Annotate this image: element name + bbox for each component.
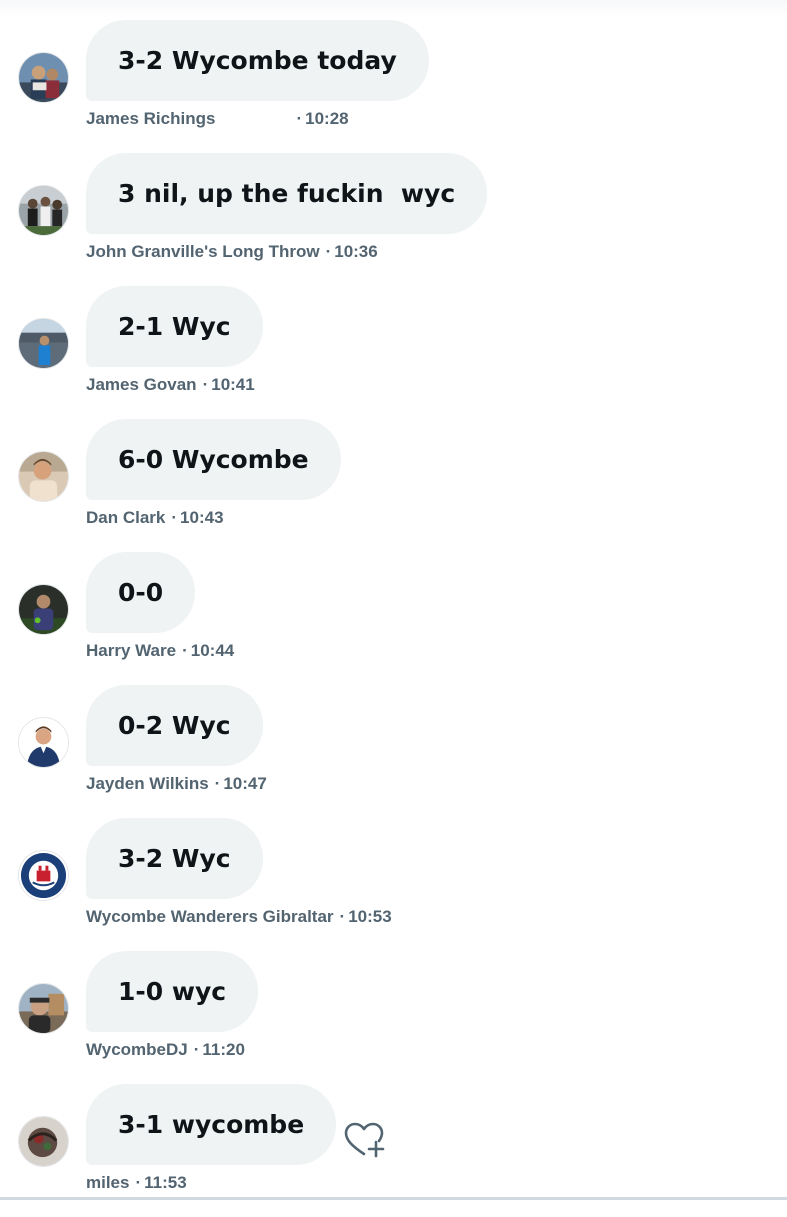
message-text: 6-0 Wycombe <box>118 445 309 474</box>
author-name[interactable]: John Granville's Long Throw <box>86 242 320 262</box>
message-bubble[interactable]: 0-0 <box>86 552 196 633</box>
message-text: 3-1 wycombe <box>118 1110 305 1139</box>
message-time: 10:53 <box>348 907 392 926</box>
message-bubble[interactable]: 3-2 Wyc <box>86 818 263 899</box>
author-name[interactable]: Dan Clark <box>86 508 165 528</box>
message-meta: Wycombe Wanderers Gibraltar · 10:53 <box>86 906 392 928</box>
avatar[interactable] <box>18 52 69 103</box>
avatar[interactable] <box>18 185 69 236</box>
meta-separator: · <box>325 242 332 261</box>
message-item: 2-1 Wyc James Govan · 10:41 <box>0 286 787 419</box>
message-text: 2-1 Wyc <box>118 312 231 341</box>
heart-plus-icon[interactable] <box>342 1120 388 1160</box>
meta-separator: · <box>182 641 188 660</box>
avatar[interactable] <box>18 983 69 1034</box>
message-bubble[interactable]: 3-1 wycombe <box>86 1084 337 1165</box>
message-item: 3-2 Wycombe today James Richings · 10:28 <box>0 20 787 166</box>
message-time: 10:28 <box>305 109 349 128</box>
uk-flag-icon <box>246 113 266 166</box>
avatar[interactable] <box>18 1116 69 1167</box>
author-name[interactable]: James Richings <box>86 109 215 129</box>
author-name[interactable]: miles <box>86 1173 129 1193</box>
meta-separator: · <box>135 1173 142 1192</box>
england-flag-icon <box>221 113 241 166</box>
message-item: 3 nil, up the fuckin wyc John Granville'… <box>0 153 787 286</box>
meta-separator: · <box>202 375 209 394</box>
meta-separator: · <box>339 907 346 926</box>
avatar[interactable] <box>18 717 69 768</box>
message-bubble[interactable]: 1-0 wyc <box>86 951 259 1032</box>
author-name[interactable]: James Govan <box>86 375 197 395</box>
meta-separator: · <box>193 1040 200 1059</box>
message-time: 11:20 <box>202 1040 245 1059</box>
message-bubble[interactable]: 3-2 Wycombe today <box>86 20 429 101</box>
message-bubble[interactable]: 6-0 Wycombe <box>86 419 341 500</box>
message-time: 10:47 <box>223 774 267 793</box>
author-name[interactable]: WycombeDJ <box>86 1040 188 1060</box>
message-bubble[interactable]: 2-1 Wyc <box>86 286 263 367</box>
message-item: 1-0 wyc WycombeDJ · 11:20 <box>0 951 787 1084</box>
meta-separator: · <box>214 774 221 793</box>
message-text: 3-2 Wyc <box>118 844 231 873</box>
malaysia-flag-icon <box>271 113 291 166</box>
message-text: 1-0 wyc <box>118 977 227 1006</box>
message-meta: Dan Clark · 10:43 <box>86 507 224 529</box>
message-meta: James Richings · 10:28 <box>86 108 349 166</box>
message-time: 10:36 <box>334 242 378 261</box>
message-meta: miles · 11:53 <box>86 1172 187 1194</box>
message-meta: WycombeDJ · 11:20 <box>86 1039 245 1061</box>
message-text: 3 nil, up the fuckin wyc <box>118 179 456 208</box>
message-meta: Jayden Wilkins · 10:47 <box>86 773 267 795</box>
avatar[interactable] <box>18 451 69 502</box>
avatar[interactable] <box>18 850 69 901</box>
author-name[interactable]: Harry Ware <box>86 641 176 661</box>
message-item: 3-2 Wyc Wycombe Wanderers Gibraltar · 10:… <box>0 818 787 951</box>
message-item: 0-2 Wyc Jayden Wilkins · 10:47 <box>0 685 787 818</box>
message-meta: John Granville's Long Throw · 10:36 <box>86 241 378 263</box>
message-item: 0-0 Harry Ware · 10:44 <box>0 552 787 685</box>
message-text: 0-2 Wyc <box>118 711 231 740</box>
message-text: 3-2 Wycombe today <box>118 46 397 75</box>
message-meta: Harry Ware · 10:44 <box>86 640 234 662</box>
avatar[interactable] <box>18 584 69 635</box>
message-time: 10:43 <box>180 508 224 527</box>
message-bubble[interactable]: 3 nil, up the fuckin wyc <box>86 153 488 234</box>
message-time: 10:44 <box>190 641 235 660</box>
message-list: 3-2 Wycombe today James Richings ·10:28 <box>0 0 787 1200</box>
avatar[interactable] <box>18 318 69 369</box>
message-time: 11:53 <box>144 1173 187 1192</box>
message-meta: James Govan · 10:41 <box>86 374 255 396</box>
meta-separator: · <box>296 109 303 128</box>
message-text: 0-0 <box>118 578 164 607</box>
author-name[interactable]: Wycombe Wanderers Gibraltar <box>86 907 334 927</box>
meta-separator: · <box>171 508 178 527</box>
message-item: 6-0 Wycombe Dan Clark · 10:43 <box>0 419 787 552</box>
author-name[interactable]: Jayden Wilkins <box>86 774 209 794</box>
message-time: 10:41 <box>211 375 255 394</box>
message-bubble[interactable]: 0-2 Wyc <box>86 685 263 766</box>
